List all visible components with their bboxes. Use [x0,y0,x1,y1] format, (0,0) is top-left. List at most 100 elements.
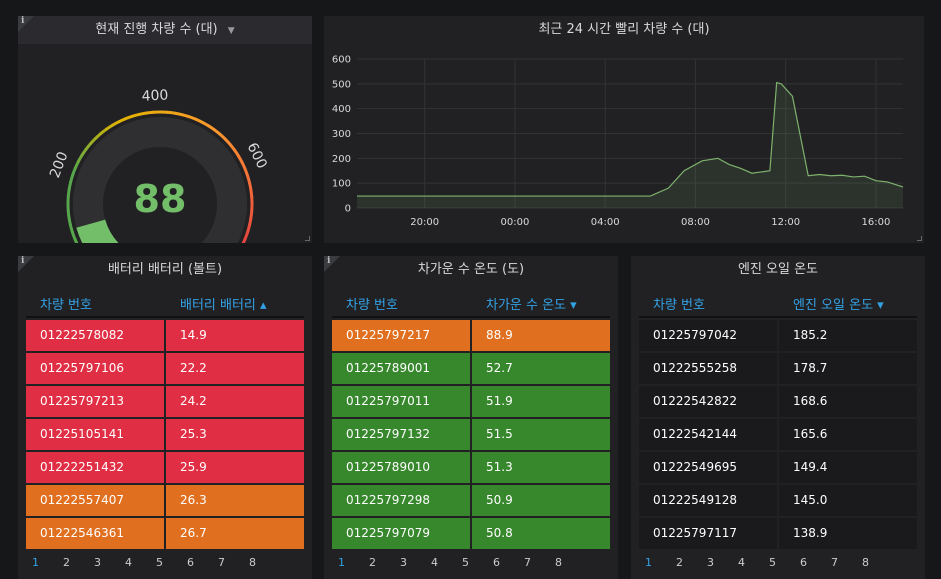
gauge-threshold-segment [73,160,80,170]
gauge-threshold-segment [218,132,227,141]
table-title[interactable]: 배터리 배터리 (볼트) [18,256,312,284]
table-title[interactable]: 엔진 오일 온도 [631,256,925,284]
gauge-value-fill [76,219,119,243]
page-link-3[interactable]: 3 [707,556,738,569]
page-link-6[interactable]: 6 [800,556,831,569]
column-header-value[interactable]: 차가운 수 온도 ▾ [486,294,577,318]
page-link-3[interactable]: 3 [400,556,431,569]
table-row: 01222251432 25.9 [26,452,304,483]
page-link-4[interactable]: 4 [125,556,156,569]
page-link-2[interactable]: 2 [676,556,707,569]
vehicle-id-cell: 01225797217 [332,320,470,351]
page-link-3[interactable]: 3 [94,556,125,569]
value-cell: 26.3 [166,485,304,516]
value-cell: 88.9 [472,320,610,351]
page-link-4[interactable]: 4 [738,556,769,569]
vehicle-id-cell: 01225789001 [332,353,470,384]
page-link-2[interactable]: 2 [63,556,94,569]
vehicle-id-cell: 01222542822 [639,386,777,417]
gauge-threshold-segment [240,161,247,171]
series-area [357,82,903,208]
value-cell: 165.6 [779,419,917,450]
vehicle-id-cell: 01225797011 [332,386,470,417]
gauge-threshold-segment [237,155,244,164]
value-cell: 24.2 [166,386,304,417]
vehicle-id-cell: 01225789010 [332,452,470,483]
gauge-value: 88 [134,177,187,221]
gauge-threshold-segment [207,124,216,132]
value-cell: 145.0 [779,485,917,516]
y-tick-label: 100 [332,179,351,190]
column-header-vehicle[interactable]: 차량 번호 [346,294,398,318]
page-link-6[interactable]: 6 [493,556,524,569]
table-row: 01225797217 88.9 [332,320,610,351]
page-link-7[interactable]: 7 [524,556,555,569]
vehicle-id-cell: 01225797213 [26,386,164,417]
table-title[interactable]: 차가운 수 온도 (도) [324,256,618,284]
page-link-5[interactable]: 5 [769,556,800,569]
column-header-value[interactable]: 배터리 배터리 ▴ [180,294,267,318]
table-row: 01222542144 165.6 [639,419,917,450]
table-header: 차량 번호 차가운 수 온도 ▾ [332,294,610,318]
column-header-value[interactable]: 엔진 오일 온도 ▾ [793,294,884,318]
x-tick-label: 04:00 [591,217,620,228]
vehicle-id-cell: 01225797117 [639,518,777,549]
value-cell: 50.9 [472,485,610,516]
vehicle-id-cell: 01222251432 [26,452,164,483]
x-tick-label: 16:00 [862,217,891,228]
value-cell: 51.5 [472,419,610,450]
gauge-threshold-segment [66,210,71,219]
gauge-threshold-segment [243,168,250,178]
column-header-vehicle[interactable]: 차량 번호 [653,294,705,318]
gauge-threshold-segment [124,114,134,121]
gauge-threshold-segment [201,120,210,128]
page-link-1[interactable]: 1 [338,556,369,569]
page-link-5[interactable]: 5 [462,556,493,569]
table-row: 01225797079 50.8 [332,518,610,549]
gauge-threshold-segment [223,137,232,147]
vehicle-id-cell: 01225797042 [639,320,777,351]
page-link-8[interactable]: 8 [862,556,893,569]
x-tick-label: 20:00 [410,217,439,228]
value-cell: 138.9 [779,518,917,549]
gauge-threshold-segment [71,167,77,177]
gauge-threshold-segment [70,230,77,240]
vehicle-id-cell: 01225797298 [332,485,470,516]
value-cell: 25.3 [166,419,304,450]
gauge-threshold-segment [67,181,73,190]
gauge-threshold-segment [145,110,154,115]
page-link-4[interactable]: 4 [431,556,462,569]
page-link-2[interactable]: 2 [369,556,400,569]
page-link-1[interactable]: 1 [645,556,676,569]
value-cell: 52.7 [472,353,610,384]
gauge-threshold-segment [213,128,222,136]
resize-handle[interactable] [917,236,922,241]
page-link-7[interactable]: 7 [831,556,862,569]
page-link-8[interactable]: 8 [249,556,280,569]
gauge-threshold-segment [138,111,147,117]
table-row: 01225797132 51.5 [332,419,610,450]
gauge-threshold-segment [249,189,254,198]
table-row: 01225797117 138.9 [639,518,917,549]
table-row: 01225105141 25.3 [26,419,304,450]
pagination: 12345678 [32,556,280,569]
gauge-panel: 현재 진행 차량 수 (대) ▼ i 0200400600816 88 [18,16,312,243]
vehicle-id-cell: 01225797079 [332,518,470,549]
page-link-1[interactable]: 1 [32,556,63,569]
gauge-threshold-segment [246,175,252,184]
page-link-6[interactable]: 6 [187,556,218,569]
gauge-threshold-segment [99,127,108,136]
page-link-5[interactable]: 5 [156,556,187,569]
page-link-7[interactable]: 7 [218,556,249,569]
table-header: 차량 번호 배터리 배터리 ▴ [26,294,304,318]
vehicle-id-cell: 01222555258 [639,353,777,384]
column-header-vehicle[interactable]: 차량 번호 [40,294,92,318]
gauge-threshold-segment [76,154,84,163]
resize-handle[interactable] [305,236,310,241]
gauge-threshold-segment [233,149,241,158]
page-link-8[interactable]: 8 [555,556,586,569]
table-row: 01225797213 24.2 [26,386,304,417]
gauge-threshold-segment [243,231,249,241]
value-cell: 25.9 [166,452,304,483]
table-row: 01222557407 26.3 [26,485,304,516]
